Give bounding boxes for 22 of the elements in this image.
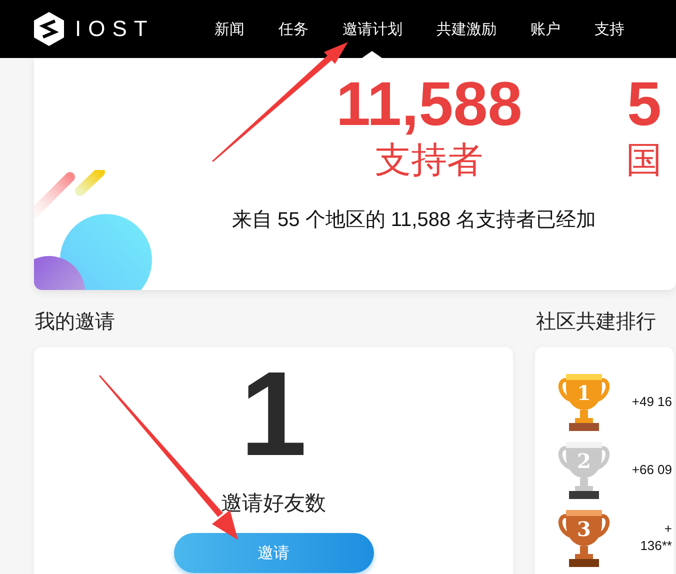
rank-text: +66 09 [632,460,672,478]
invite-count-label: 邀请好友数 [221,491,326,517]
nav-link[interactable]: 新闻 [214,0,244,58]
stat-label: 国 [626,139,662,182]
rank-text: 136** [640,537,672,554]
supporters-sentence: 来自 55 个地区的 11,588 名支持者已经加 [232,208,598,233]
section-title: 社区共建排行 [536,310,657,335]
stat-value: 5 [626,70,662,140]
stat-value: 11,588 [336,70,522,140]
nav-link[interactable]: 任务 [278,0,308,58]
nav-link[interactable]: 支持 [594,0,624,58]
stat-label: 支持者 [375,139,484,182]
logo-text: IOST [75,16,154,42]
section-title: 我的邀请 [35,310,116,335]
rank-number: 1 [576,382,592,404]
invite-count: 1 [240,355,307,473]
nav-link[interactable]: 邀请计划 [342,0,402,58]
rank-number: 3 [576,518,592,540]
rank-text: + [664,520,672,537]
nav-link[interactable]: 共建激励 [436,0,496,58]
nav-link[interactable]: 账户 [530,0,560,58]
rank-text: +49 16 [632,392,672,410]
